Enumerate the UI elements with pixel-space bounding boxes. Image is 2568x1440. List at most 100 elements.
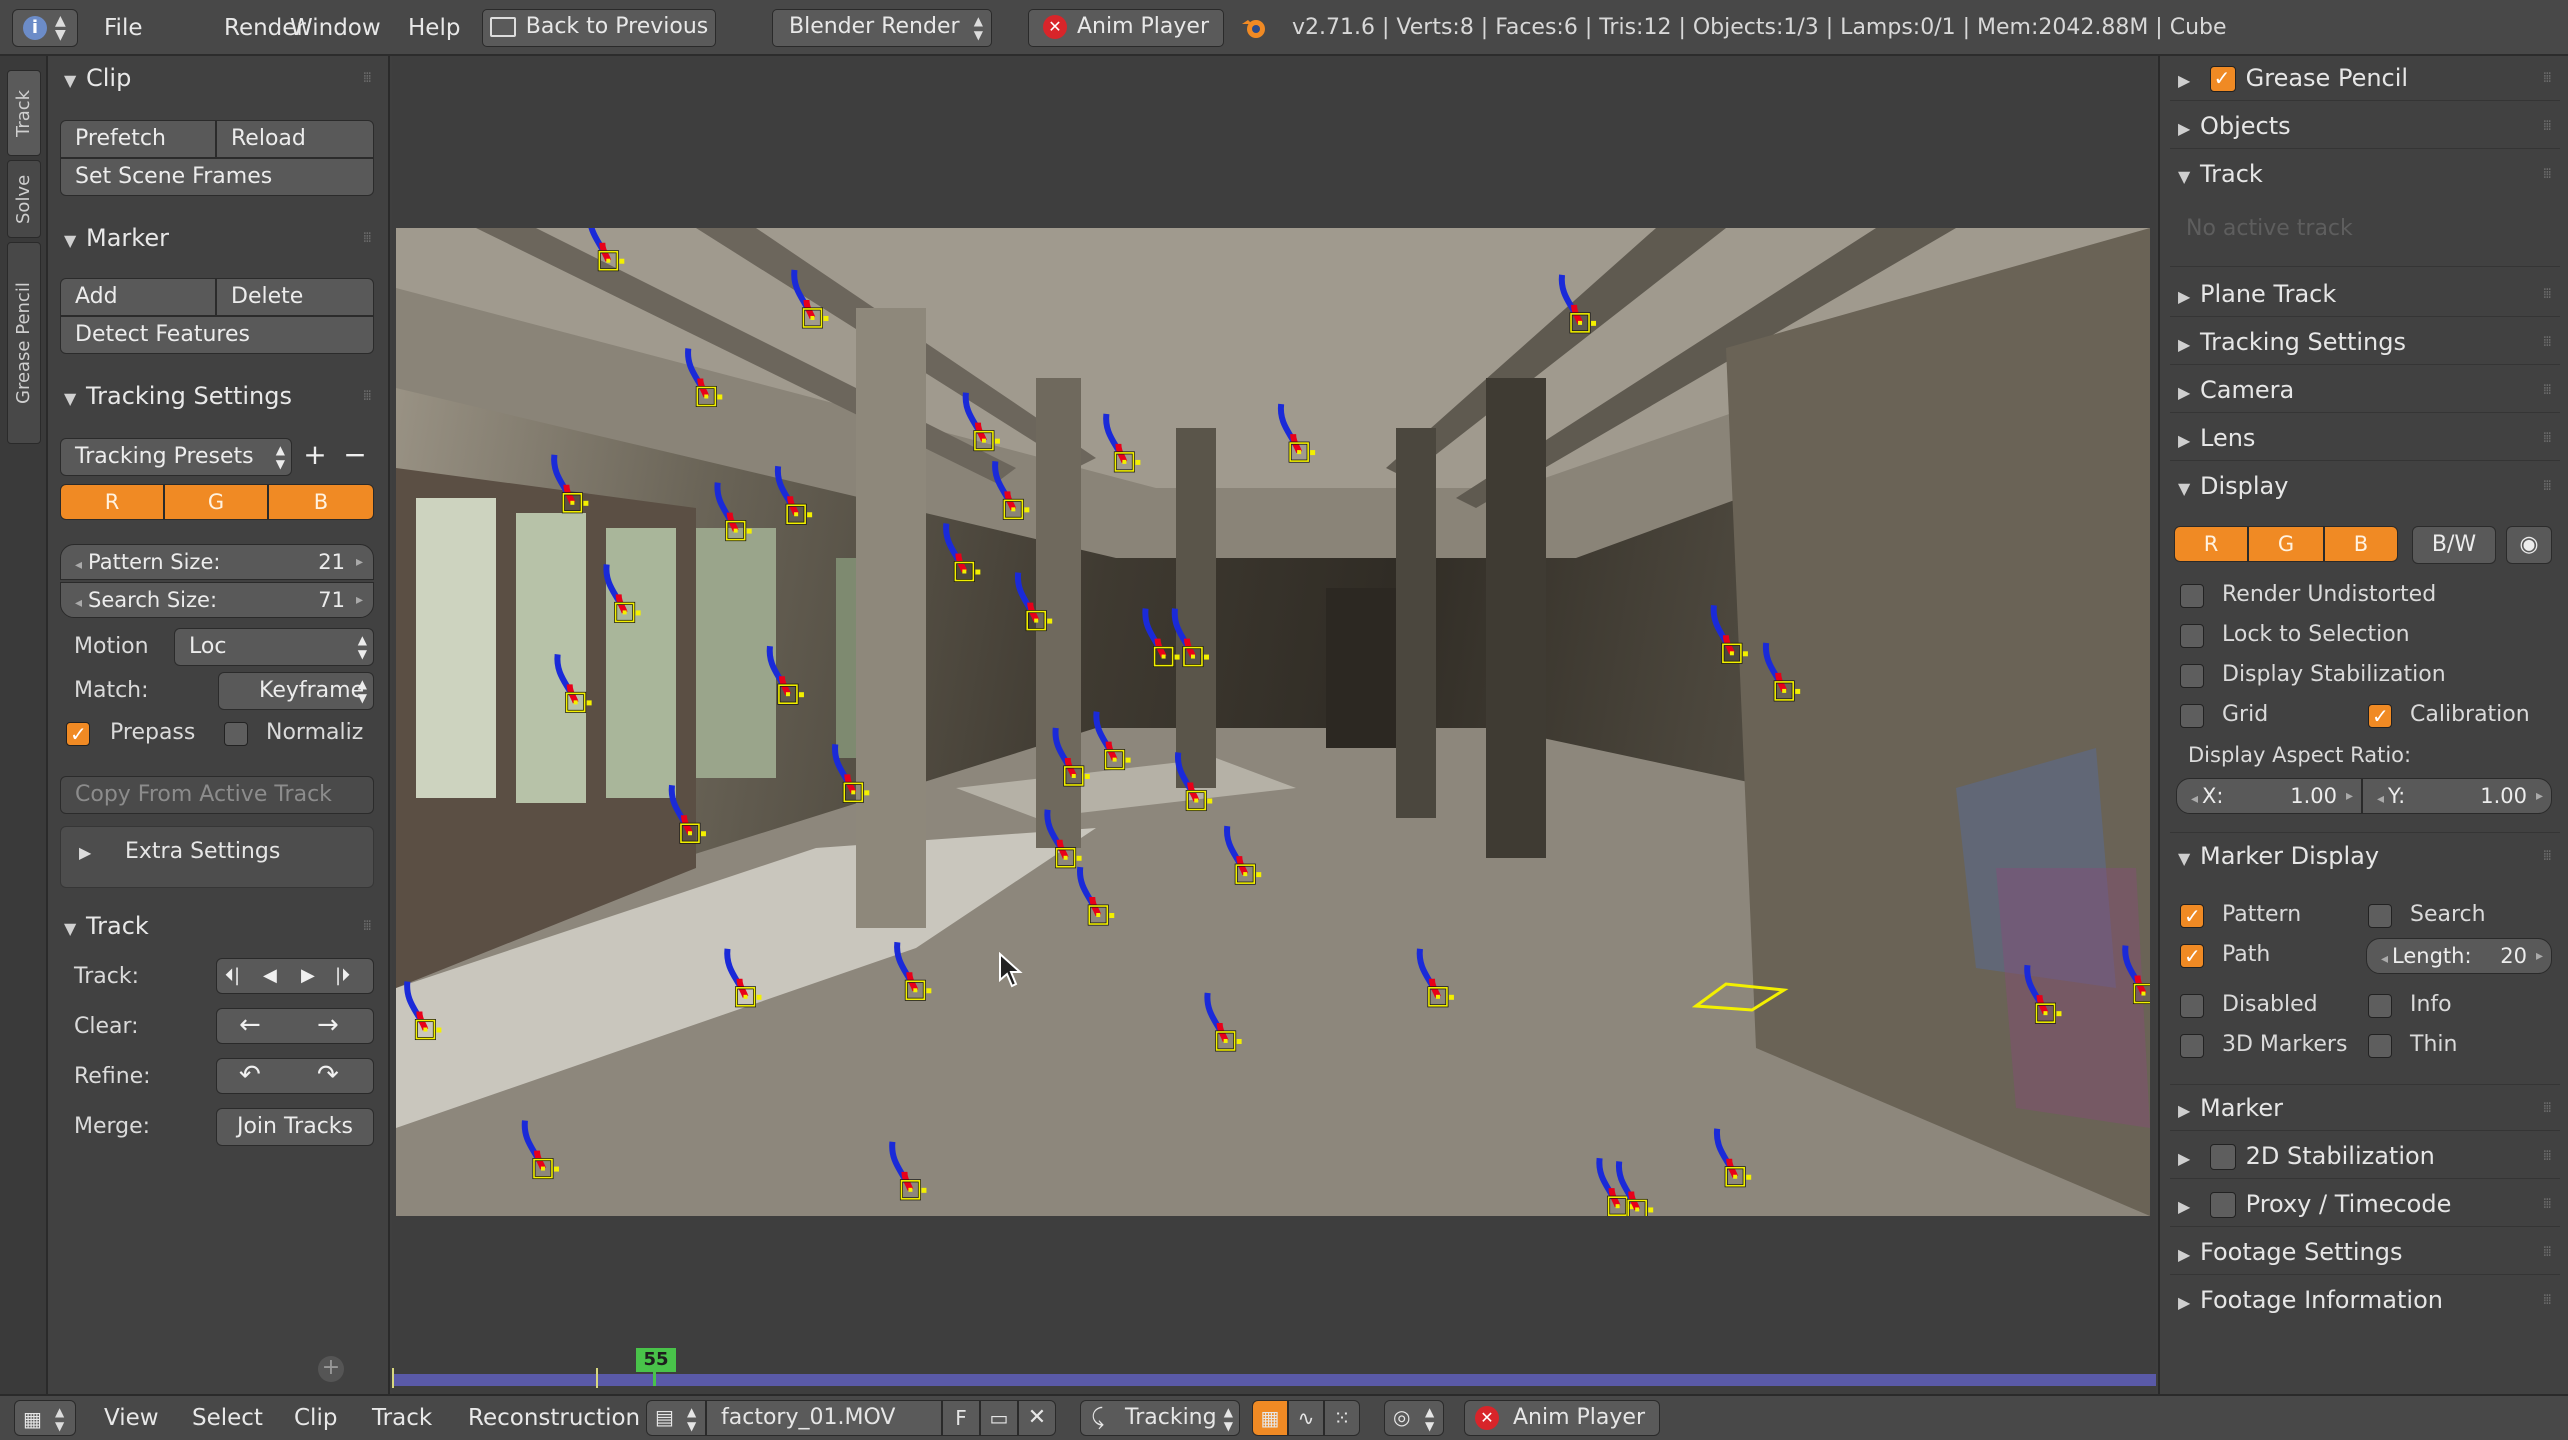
view-dopesheet-toggle-icon[interactable]: ⁙ — [1324, 1400, 1360, 1436]
clip-name-field[interactable]: factory_01.MOV — [706, 1400, 942, 1436]
lock-to-selection-checkbox[interactable] — [2180, 624, 2204, 648]
pivot-select[interactable]: ◎ ▲ ▼ — [1384, 1400, 1444, 1436]
marker-handle[interactable] — [994, 438, 1000, 444]
set-scene-frames-button[interactable]: Set Scene Frames — [60, 158, 374, 196]
proxy-timecode-panel-header[interactable]: ▶ Proxy / Timecode ⁞⁞⁞ — [2178, 1184, 2558, 1224]
search-checkbox[interactable] — [2368, 904, 2392, 928]
display-channel-b-toggle[interactable]: B — [2324, 526, 2398, 562]
tab-solve[interactable]: Solve — [7, 160, 41, 238]
view-graph-toggle-icon[interactable]: ∿ — [1288, 1400, 1324, 1436]
add-preset-button[interactable]: + — [298, 438, 332, 474]
marker-panel-header[interactable]: ▶ Marker ⁞⁞⁞ — [2178, 1088, 2558, 1128]
search-size-field[interactable]: ◂ Search Size: 71 ▸ — [60, 582, 374, 618]
anim-player-footer-button[interactable]: ✕ Anim Player — [1464, 1400, 1660, 1436]
frame-range[interactable] — [392, 1374, 2156, 1386]
marker-handle[interactable] — [1310, 450, 1316, 456]
path-checkbox[interactable] — [2180, 944, 2204, 968]
track-backward-icon[interactable]: ◀ — [263, 959, 277, 993]
marker-handle[interactable] — [1076, 855, 1082, 861]
marker-handle[interactable] — [1236, 1038, 1242, 1044]
drag-handle-icon[interactable]: ⁞⁞⁞ — [2543, 1088, 2552, 1128]
track-backward-step-icon[interactable]: ⏴| — [225, 959, 240, 993]
marker-handle[interactable] — [1742, 651, 1748, 657]
marker-handle[interactable] — [864, 790, 870, 796]
marker-handle[interactable] — [746, 528, 752, 534]
refine-backward-undo-icon[interactable]: ↶ — [239, 1059, 261, 1091]
tracking-marker[interactable] — [943, 523, 981, 583]
remove-preset-button[interactable]: − — [338, 438, 372, 474]
info-checkbox[interactable] — [2368, 994, 2392, 1018]
marker-handle[interactable] — [1591, 320, 1597, 326]
anim-player-button[interactable]: ✕ Anim Player — [1028, 9, 1224, 47]
editor-type-selector[interactable]: i ▲ ▼ — [12, 9, 78, 47]
clip-browse-button[interactable]: ▤ ▲ ▼ — [646, 1400, 706, 1436]
back-to-previous-button[interactable]: Back to Previous — [482, 9, 716, 47]
marker-handle[interactable] — [1448, 994, 1454, 1000]
marker-handle[interactable] — [1648, 1207, 1654, 1213]
marker-handle[interactable] — [1047, 618, 1053, 624]
proxy-checkbox[interactable] — [2209, 1192, 2236, 1218]
marker-handle[interactable] — [921, 1187, 927, 1193]
marker-display-panel-header[interactable]: ▼ Marker Display ⁞⁞⁞ — [2178, 836, 2558, 876]
marker-handle[interactable] — [583, 500, 589, 506]
marker-handle[interactable] — [1109, 913, 1115, 919]
menu-file[interactable]: File — [96, 10, 151, 46]
join-tracks-button[interactable]: Join Tracks — [216, 1108, 374, 1146]
prefetch-button[interactable]: Prefetch — [60, 120, 216, 158]
add-panel-plus-icon[interactable]: + — [318, 1356, 344, 1382]
marker-handle[interactable] — [635, 610, 641, 616]
marker-handle[interactable] — [1024, 507, 1030, 513]
drag-handle-icon[interactable]: ⁞⁞⁞ — [2543, 274, 2552, 314]
movie-clip-frame[interactable] — [396, 228, 2150, 1216]
menu-select[interactable]: Select — [184, 1400, 271, 1436]
pattern-checkbox[interactable] — [2180, 904, 2204, 928]
marker-handle[interactable] — [586, 700, 592, 706]
marker-handle[interactable] — [553, 1166, 559, 1172]
drag-handle-icon[interactable]: ⁞⁞⁞ — [2543, 466, 2552, 506]
plane-track-panel-header[interactable]: ▶ Plane Track ⁞⁞⁞ — [2178, 274, 2558, 314]
pattern-size-field[interactable]: ◂ Pattern Size: 21 ▸ — [60, 544, 374, 580]
drag-handle-icon[interactable]: ⁞⁞⁞ — [2543, 106, 2552, 146]
tracking-settings-panel-header[interactable]: ▼ Tracking Settings ⁞⁞⁞ — [64, 376, 380, 416]
drag-handle-icon[interactable]: ⁞⁞⁞ — [363, 218, 372, 258]
menu-help[interactable]: Help — [400, 10, 468, 46]
add-marker-button[interactable]: Add — [60, 278, 216, 316]
prepass-checkbox[interactable] — [66, 722, 90, 746]
drag-handle-icon[interactable]: ⁞⁞⁞ — [363, 58, 372, 98]
delete-marker-button[interactable]: Delete — [216, 278, 374, 316]
copy-from-active-track-button[interactable]: Copy From Active Track — [60, 776, 374, 814]
disabled-checkbox[interactable] — [2180, 994, 2204, 1018]
drag-handle-icon[interactable]: ⁞⁞⁞ — [2543, 418, 2552, 458]
display-stabilization-checkbox[interactable] — [2180, 664, 2204, 688]
render-undistorted-checkbox[interactable] — [2180, 584, 2204, 608]
tracking-settings-panel-header[interactable]: ▶ Tracking Settings ⁞⁞⁞ — [2178, 322, 2558, 362]
menu-view[interactable]: View — [96, 1400, 167, 1436]
camera-panel-header[interactable]: ▶ Camera ⁞⁞⁞ — [2178, 370, 2558, 410]
calibration-checkbox[interactable] — [2368, 704, 2392, 728]
clip-panel-header[interactable]: ▼ Clip ⁞⁞⁞ — [64, 58, 380, 98]
marker-handle[interactable] — [717, 394, 723, 400]
marker-handle[interactable] — [1256, 872, 1262, 878]
display-channel-g-toggle[interactable]: G — [2248, 526, 2324, 562]
open-file-folder-icon[interactable]: ▭ — [980, 1400, 1018, 1436]
timeline-bar[interactable]: 55 — [392, 1348, 2156, 1394]
fake-user-toggle[interactable]: F — [942, 1400, 980, 1436]
normalize-checkbox[interactable] — [224, 722, 248, 746]
display-panel-header[interactable]: ▼ Display ⁞⁞⁞ — [2178, 466, 2558, 506]
menu-reconstruction[interactable]: Reconstruction — [460, 1400, 648, 1436]
marker-handle[interactable] — [756, 994, 762, 1000]
track-forward-icon[interactable]: ▶ — [301, 959, 315, 993]
2d-stabilization-checkbox[interactable] — [2209, 1144, 2236, 1170]
marker-handle[interactable] — [2056, 1011, 2062, 1017]
marker-handle[interactable] — [1084, 773, 1090, 779]
channel-g-toggle[interactable]: G — [164, 484, 268, 520]
3d-markers-checkbox[interactable] — [2180, 1034, 2204, 1058]
eye-toggle[interactable]: ◉ — [2506, 526, 2552, 564]
menu-clip[interactable]: Clip — [286, 1400, 345, 1436]
editor-type-selector[interactable]: ▦ ▲ ▼ — [14, 1400, 76, 1436]
channel-r-toggle[interactable]: R — [60, 484, 164, 520]
tracking-presets-select[interactable]: Tracking Presets ▲ ▼ — [60, 438, 292, 476]
marker-handle[interactable] — [436, 1027, 442, 1033]
path-length-field[interactable]: ◂ Length: 20 ▸ — [2366, 938, 2552, 974]
grease-pencil-panel-header[interactable]: ▶ Grease Pencil ⁞⁞⁞ — [2178, 58, 2558, 98]
